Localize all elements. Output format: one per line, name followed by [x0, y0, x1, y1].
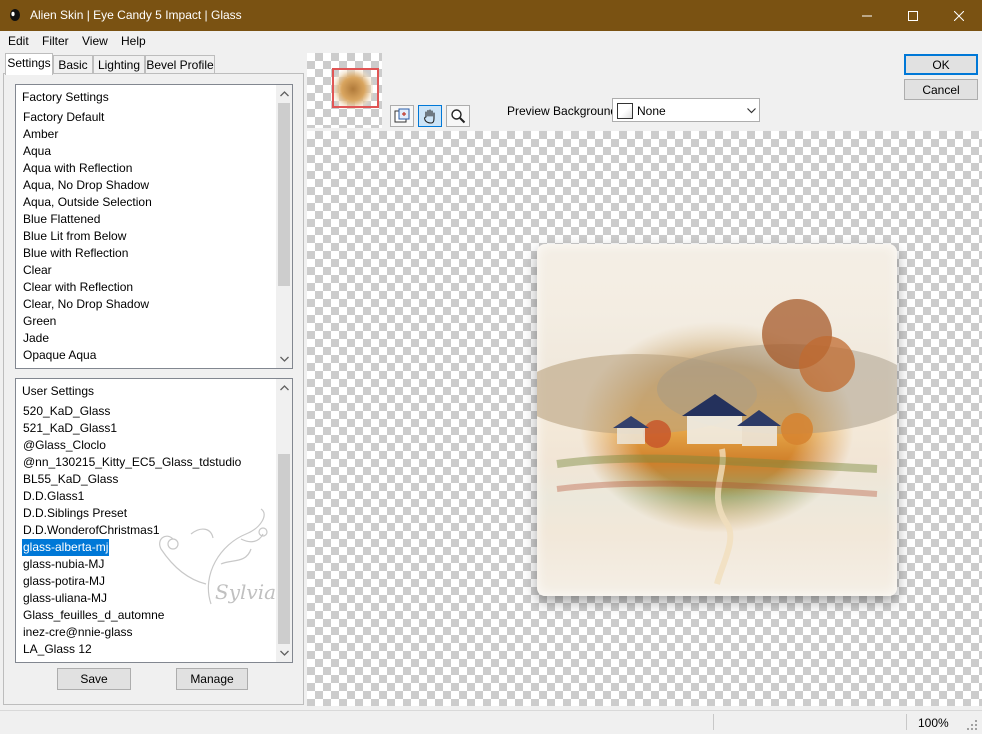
list-item[interactable]: Jade: [22, 330, 153, 347]
zoom-icon: [451, 109, 466, 124]
preview-background-value: None: [637, 104, 666, 118]
list-item[interactable]: 521_KaD_Glass1: [22, 420, 242, 437]
list-item[interactable]: Blue Flattened: [22, 211, 153, 228]
preview-canvas[interactable]: [307, 131, 982, 706]
autumn-landscape-illustration: [537, 299, 897, 585]
list-item[interactable]: @Glass_Cloclo: [22, 437, 242, 454]
hand-tool-button[interactable]: [418, 105, 442, 127]
list-item-selected[interactable]: glass-alberta-mj: [22, 539, 110, 556]
navigator-icon: [394, 108, 410, 123]
navigator-thumbnail[interactable]: [307, 53, 382, 128]
zoom-level: 100%: [918, 716, 949, 730]
scroll-up-icon[interactable]: [276, 380, 292, 396]
list-item[interactable]: Blue with Reflection: [22, 245, 153, 262]
list-item[interactable]: Clear with Reflection: [22, 279, 153, 296]
user-settings-header: User Settings: [22, 384, 95, 398]
preview-background-select[interactable]: None: [612, 98, 760, 122]
list-item[interactable]: inez-cre@nnie-glass: [22, 624, 242, 641]
title-bar: Alien Skin | Eye Candy 5 Impact | Glass: [0, 0, 982, 31]
scroll-down-icon[interactable]: [276, 645, 292, 661]
alien-skin-app-icon: [10, 9, 20, 21]
list-item[interactable]: 520_KaD_Glass: [22, 403, 242, 420]
menu-bar: Edit Filter View Help: [0, 31, 982, 51]
manage-button[interactable]: Manage: [176, 668, 248, 690]
navigator-tool-button[interactable]: [390, 105, 414, 127]
scroll-thumb[interactable]: [278, 103, 290, 286]
list-item[interactable]: Aqua, Outside Selection: [22, 194, 153, 211]
list-item[interactable]: Green: [22, 313, 153, 330]
status-divider: [713, 714, 714, 730]
menu-view[interactable]: View: [82, 34, 108, 48]
list-item[interactable]: Blue Lit from Below: [22, 228, 153, 245]
list-item[interactable]: Aqua: [22, 143, 153, 160]
list-item[interactable]: Amber: [22, 126, 153, 143]
tab-lighting[interactable]: Lighting: [93, 55, 145, 74]
menu-edit[interactable]: Edit: [8, 34, 29, 48]
minimize-button[interactable]: [844, 0, 890, 31]
status-bar: 100%: [0, 710, 982, 734]
close-icon: [954, 10, 964, 21]
list-item[interactable]: Opaque Aqua: [22, 347, 153, 364]
list-item[interactable]: Aqua, No Drop Shadow: [22, 177, 153, 194]
list-item[interactable]: Factory Default: [22, 109, 153, 126]
list-item[interactable]: D.D.Glass1: [22, 488, 242, 505]
factory-settings-header: Factory Settings: [22, 90, 109, 104]
sylviane-watermark: Sylviane: [159, 508, 292, 605]
scroll-down-icon[interactable]: [276, 351, 292, 367]
hand-pan-icon: [424, 109, 435, 124]
list-item[interactable]: Aqua with Reflection: [22, 160, 153, 177]
cancel-button[interactable]: Cancel: [904, 79, 978, 100]
minimize-icon: [862, 15, 872, 16]
factory-settings-list[interactable]: Factory Settings Factory Default Amber A…: [15, 84, 293, 369]
navigator-viewport-frame[interactable]: [332, 68, 379, 108]
list-item[interactable]: LA_Glass 12: [22, 641, 242, 658]
list-item[interactable]: Clear: [22, 262, 153, 279]
chevron-down-icon: [747, 108, 756, 114]
close-button[interactable]: [936, 0, 982, 31]
maximize-icon: [908, 10, 918, 21]
scroll-up-icon[interactable]: [276, 86, 292, 102]
save-button[interactable]: Save: [57, 668, 131, 690]
scroll-thumb[interactable]: [278, 454, 290, 644]
status-divider: [906, 714, 907, 730]
list-item[interactable]: @nn_130215_Kitty_EC5_Glass_tdstudio: [22, 454, 242, 471]
factory-scrollbar[interactable]: [276, 85, 292, 368]
maximize-button[interactable]: [890, 0, 936, 31]
ok-button[interactable]: OK: [904, 54, 978, 75]
tab-settings[interactable]: Settings: [5, 53, 53, 75]
menu-help[interactable]: Help: [121, 34, 146, 48]
menu-filter[interactable]: Filter: [42, 34, 69, 48]
background-swatch-icon: [617, 103, 633, 119]
preview-background-label: Preview Background:: [507, 104, 621, 118]
list-item[interactable]: Clear, No Drop Shadow: [22, 296, 153, 313]
window-title: Alien Skin | Eye Candy 5 Impact | Glass: [30, 8, 242, 22]
tab-basic[interactable]: Basic: [53, 55, 93, 74]
list-item[interactable]: BL55_KaD_Glass: [22, 471, 242, 488]
user-scrollbar[interactable]: [276, 379, 292, 662]
user-settings-list[interactable]: User Settings 520_KaD_Glass 521_KaD_Glas…: [15, 378, 293, 663]
zoom-tool-button[interactable]: [446, 105, 470, 127]
resize-grip-icon[interactable]: [966, 719, 978, 731]
tab-bevel-profile[interactable]: Bevel Profile: [145, 55, 215, 74]
glass-preview-image: [537, 244, 897, 596]
